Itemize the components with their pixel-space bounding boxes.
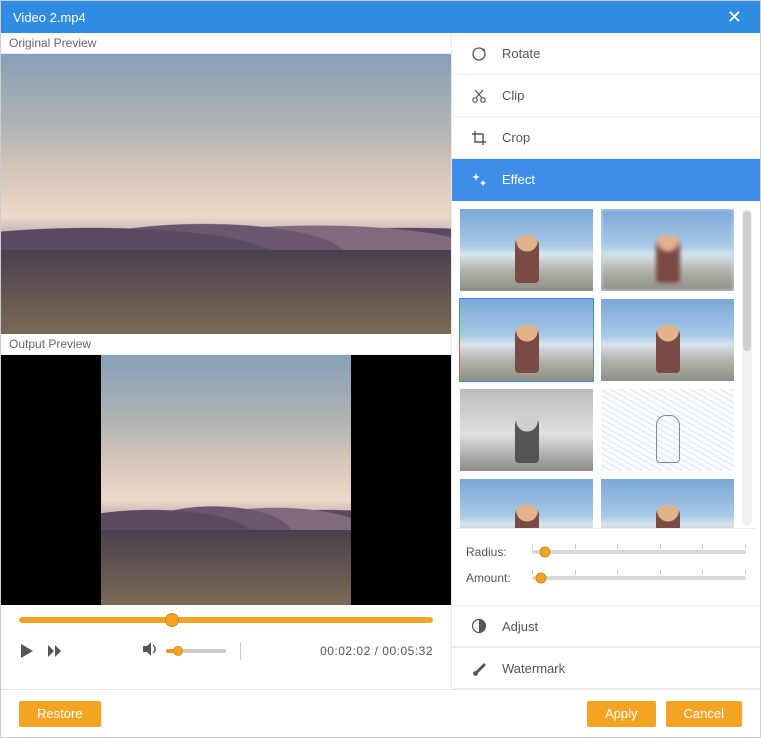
effect-thumbnail[interactable] — [601, 389, 734, 471]
effect-sliders: Radius: Amount: — [456, 528, 756, 605]
cancel-button[interactable]: Cancel — [666, 701, 742, 727]
effect-thumbnail[interactable] — [460, 479, 593, 528]
step-forward-button[interactable] — [47, 643, 63, 659]
original-preview — [1, 54, 451, 334]
tab-label: Crop — [502, 130, 530, 145]
tab-label: Clip — [502, 88, 524, 103]
tab-watermark[interactable]: Watermark — [452, 647, 760, 689]
playback-time: 00:02:02 / 00:05:32 — [320, 644, 433, 658]
video-editor-window: Video 2.mp4 ✕ Original Preview Output Pr… — [0, 0, 761, 738]
rotate-icon — [470, 45, 488, 63]
scissors-icon — [470, 87, 488, 105]
sparkle-icon — [470, 171, 488, 189]
effect-thumbnail[interactable] — [460, 389, 593, 471]
lower-tabs: Adjust Watermark — [452, 605, 760, 689]
radius-label: Radius: — [466, 545, 522, 559]
current-time: 00:02:02 — [320, 644, 371, 658]
effect-thumbnail[interactable] — [601, 299, 734, 381]
tab-label: Adjust — [502, 619, 538, 634]
tab-crop[interactable]: Crop — [452, 117, 760, 159]
footer: Restore Apply Cancel — [1, 689, 760, 737]
divider — [240, 642, 241, 660]
apply-button[interactable]: Apply — [587, 701, 656, 727]
contrast-icon — [470, 617, 488, 635]
amount-thumb[interactable] — [535, 573, 546, 584]
output-preview-label: Output Preview — [1, 334, 451, 355]
window-title: Video 2.mp4 — [13, 10, 86, 25]
tab-label: Rotate — [502, 46, 540, 61]
tab-label: Watermark — [502, 661, 565, 676]
effect-panel: Radius: Amount: — [452, 201, 760, 605]
effect-thumbnails — [456, 207, 736, 528]
brush-icon — [470, 659, 488, 677]
tab-effect[interactable]: Effect — [452, 159, 760, 201]
right-pane: Rotate Clip Crop — [451, 33, 760, 689]
total-time: 00:05:32 — [382, 644, 433, 658]
amount-label: Amount: — [466, 571, 522, 585]
volume-icon[interactable] — [142, 641, 160, 660]
radius-thumb[interactable] — [539, 547, 550, 558]
original-preview-label: Original Preview — [1, 33, 451, 54]
body: Original Preview Output Preview — [1, 33, 760, 689]
effect-thumbnail[interactable] — [460, 299, 593, 381]
volume-group — [142, 641, 241, 660]
effect-scrollbar[interactable] — [742, 209, 752, 526]
seek-slider[interactable] — [19, 617, 433, 623]
volume-thumb[interactable] — [173, 646, 183, 656]
play-button[interactable] — [19, 643, 35, 659]
tab-adjust[interactable]: Adjust — [452, 605, 760, 647]
effect-thumbnail[interactable] — [601, 479, 734, 528]
output-preview — [1, 355, 451, 605]
crop-icon — [470, 129, 488, 147]
effect-thumbnail[interactable] — [460, 209, 593, 291]
close-icon[interactable]: ✕ — [721, 6, 748, 28]
upper-tabs: Rotate Clip Crop — [452, 33, 760, 201]
titlebar: Video 2.mp4 ✕ — [1, 1, 760, 33]
restore-button[interactable]: Restore — [19, 701, 101, 727]
left-pane: Original Preview Output Preview — [1, 33, 451, 689]
effect-thumbnail[interactable] — [601, 209, 734, 291]
scrollbar-thumb[interactable] — [743, 211, 751, 351]
playback-controls: 00:02:02 / 00:05:32 — [1, 605, 451, 668]
seek-thumb[interactable] — [165, 613, 179, 627]
tab-rotate[interactable]: Rotate — [452, 33, 760, 75]
radius-slider[interactable] — [532, 550, 746, 554]
amount-slider[interactable] — [532, 576, 746, 580]
tab-clip[interactable]: Clip — [452, 75, 760, 117]
tab-label: Effect — [502, 172, 535, 187]
volume-slider[interactable] — [166, 649, 226, 653]
